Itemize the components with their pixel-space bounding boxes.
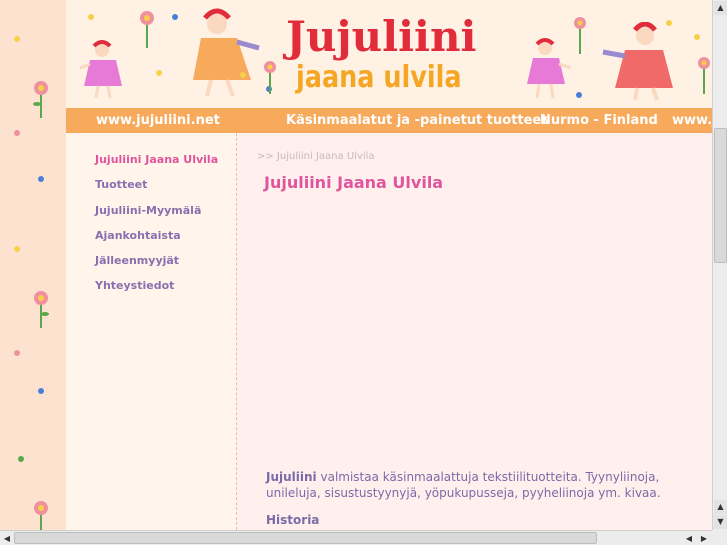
- sidebar-item-jujuliini-jaana-ulvila[interactable]: Jujuliini Jaana Ulvila: [95, 147, 218, 172]
- confetti-dot: [14, 36, 20, 42]
- flower-icon: [140, 11, 154, 48]
- header-nav-strip: www.jujuliini.net Käsinmaalatut ja -pain…: [66, 108, 712, 133]
- scrollbar-corner: [712, 530, 727, 545]
- page-title: Jujuliini Jaana Ulvila: [264, 173, 444, 192]
- sidebar-nav: Jujuliini Jaana Ulvila Tuotteet Jujuliin…: [66, 133, 237, 530]
- confetti-dot: [38, 388, 44, 394]
- scroll-right-icon[interactable]: ▶: [697, 532, 711, 545]
- flower-icon: [264, 61, 276, 94]
- sidebar-item-myymala[interactable]: Jujuliini-Myymälä: [95, 198, 218, 223]
- girl-figure-icon: [527, 38, 571, 99]
- vertical-scrollbar[interactable]: ▲ ▲ ▼: [712, 0, 727, 530]
- horizontal-scrollbar[interactable]: ◀ ◀ ▶: [0, 530, 712, 545]
- sidebar-item-yhteystiedot[interactable]: Yhteystiedot: [95, 273, 218, 298]
- horizontal-scroll-thumb[interactable]: [14, 532, 597, 544]
- confetti-dot: [14, 246, 20, 252]
- intro-paragraph: Jujuliini valmistaa käsinmaalattuja teks…: [266, 469, 666, 501]
- vertical-scroll-thumb[interactable]: [714, 128, 727, 263]
- nav-strip-tagline: Käsinmaalatut ja -painetut tuotteet: [286, 113, 548, 128]
- flower-icon: [574, 17, 586, 54]
- site-logo-title: Jujuliini: [286, 12, 477, 61]
- confetti-dot: [666, 20, 672, 26]
- intro-text: valmistaa käsinmaalattuja tekstiilituott…: [266, 470, 661, 500]
- nav-strip-location: Nurmo - Finland: [540, 113, 658, 128]
- flower-icon: [34, 501, 48, 530]
- history-heading: Historia: [266, 513, 320, 527]
- sidebar-item-jalleenmyyjat[interactable]: Jälleenmyyjät: [95, 248, 218, 273]
- scroll-down-icon[interactable]: ▼: [714, 515, 727, 529]
- girl-figure-icon: [79, 40, 122, 99]
- confetti-dot: [18, 456, 24, 462]
- site-logo-subtitle: jaana ulvila: [296, 60, 462, 95]
- header-banner: Jujuliini jaana ulvila: [66, 0, 712, 108]
- confetti-dot: [14, 130, 20, 136]
- nav-strip-url: www.jujuliini.net: [96, 113, 220, 128]
- breadcrumb: >> Jujuliini Jaana Ulvila: [257, 151, 375, 162]
- confetti-dot: [694, 34, 700, 40]
- confetti-dot: [38, 176, 44, 182]
- scroll-left-icon[interactable]: ◀: [682, 532, 696, 545]
- girl-figure-icon: [193, 8, 260, 97]
- confetti-dot: [172, 14, 178, 20]
- confetti-dot: [576, 92, 582, 98]
- main-content: >> Jujuliini Jaana Ulvila Jujuliini Jaan…: [237, 133, 712, 530]
- flower-icon: [33, 81, 48, 118]
- flower-icon: [34, 291, 49, 328]
- scroll-up-icon[interactable]: ▲: [714, 1, 727, 15]
- sidebar-item-ajankohtaista[interactable]: Ajankohtaista: [95, 223, 218, 248]
- scroll-left-icon[interactable]: ◀: [0, 532, 14, 545]
- intro-brand: Jujuliini: [266, 470, 317, 484]
- sidebar-item-tuotteet[interactable]: Tuotteet: [95, 172, 218, 197]
- girl-figure-icon: [602, 22, 673, 101]
- confetti-dot: [88, 14, 94, 20]
- confetti-dot: [14, 350, 20, 356]
- confetti-dot: [240, 72, 246, 78]
- flower-icon: [698, 57, 710, 94]
- nav-strip-url-repeat: www.jujuliini.net: [672, 113, 712, 128]
- scroll-up-icon[interactable]: ▲: [714, 500, 727, 514]
- confetti-dot: [156, 70, 162, 76]
- site-container: Jujuliini jaana ulvila www.jujuliini.net…: [66, 0, 712, 530]
